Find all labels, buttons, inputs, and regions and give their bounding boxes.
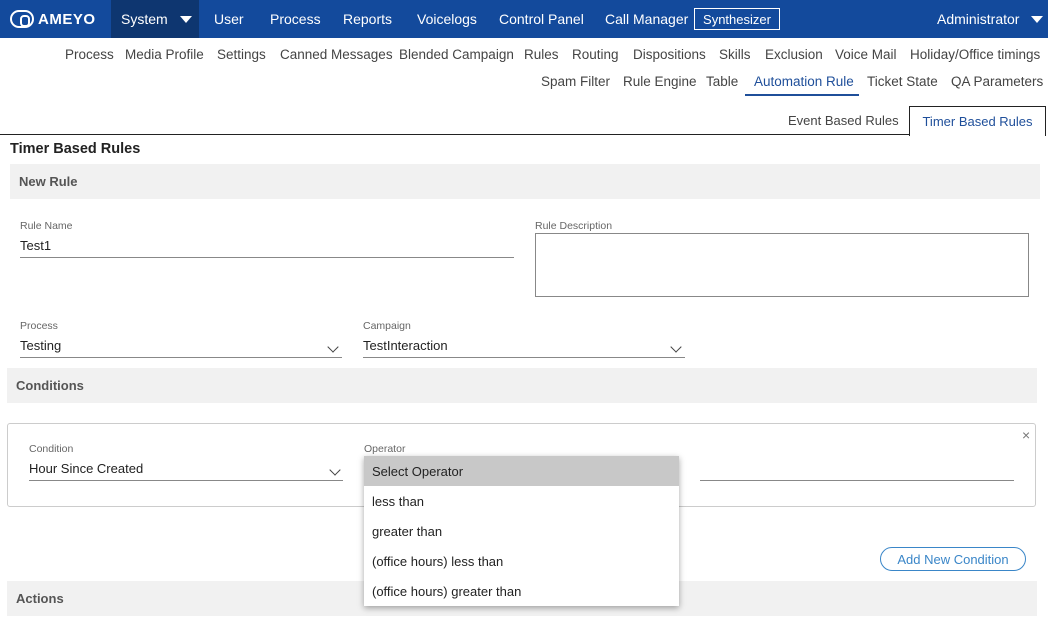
nav-system-label: System: [121, 11, 168, 27]
condition-label: Condition: [29, 443, 74, 455]
add-new-condition-button[interactable]: Add New Condition: [880, 547, 1026, 571]
actions-heading: Actions: [16, 591, 64, 606]
infinity-logo-icon: [10, 10, 34, 28]
tab-divider: [0, 134, 909, 135]
top-navigation: AMEYO System User Process Reports Voicel…: [0, 0, 1048, 38]
nav-voicelogs[interactable]: Voicelogs: [417, 0, 477, 38]
rule-name-underline: [20, 257, 514, 258]
nav-system-menu[interactable]: System: [111, 0, 199, 38]
rule-description-textarea[interactable]: [535, 233, 1029, 297]
nav-synthesizer-button[interactable]: Synthesizer: [694, 8, 780, 30]
subnav-rule-engine[interactable]: Rule Engine: [623, 74, 697, 89]
conditions-heading: Conditions: [16, 378, 84, 393]
new-rule-heading: New Rule: [19, 174, 78, 189]
admin-label: Administrator: [937, 11, 1020, 27]
rule-name-input[interactable]: Test1: [20, 238, 51, 253]
condition-underline: [29, 480, 343, 481]
chevron-down-icon[interactable]: [327, 341, 339, 353]
subnav-settings[interactable]: Settings: [217, 47, 266, 62]
subnav-dispositions[interactable]: Dispositions: [633, 47, 706, 62]
campaign-select[interactable]: TestInteraction: [363, 338, 448, 353]
condition-select[interactable]: Hour Since Created: [29, 461, 143, 476]
subnav-automation-rule[interactable]: Automation Rule: [754, 74, 854, 89]
caret-down-icon: [179, 15, 192, 23]
nav-process[interactable]: Process: [270, 0, 321, 38]
subnav-holiday-office-timings[interactable]: Holiday/Office timings: [910, 47, 1040, 62]
nav-user[interactable]: User: [214, 0, 244, 38]
close-icon[interactable]: ×: [1022, 428, 1030, 442]
nav-reports[interactable]: Reports: [343, 0, 392, 38]
operator-option[interactable]: greater than: [364, 516, 679, 546]
subnav-skills[interactable]: Skills: [719, 47, 751, 62]
subnav-table[interactable]: Table: [706, 74, 738, 89]
page-title: Timer Based Rules: [10, 141, 141, 157]
ameyo-logo[interactable]: AMEYO: [10, 9, 96, 29]
conditions-header: Conditions: [7, 368, 1037, 403]
operator-option[interactable]: (office hours) less than: [364, 546, 679, 576]
subnav-qa-parameters[interactable]: QA Parameters: [951, 74, 1043, 89]
logo-text: AMEYO: [38, 10, 96, 28]
subnav-media-profile[interactable]: Media Profile: [125, 47, 204, 62]
subnav-routing[interactable]: Routing: [572, 47, 619, 62]
operator-option[interactable]: less than: [364, 486, 679, 516]
tab-event-based-rules[interactable]: Event Based Rules: [788, 113, 899, 128]
campaign-label: Campaign: [363, 320, 411, 332]
subnav-canned-messages[interactable]: Canned Messages: [280, 47, 393, 62]
process-select[interactable]: Testing: [20, 338, 61, 353]
operator-option[interactable]: Select Operator: [364, 456, 679, 486]
tab-timer-based-rules[interactable]: Timer Based Rules: [909, 106, 1046, 136]
subnav-blended-campaign[interactable]: Blended Campaign: [399, 47, 514, 62]
subnav-voice-mail[interactable]: Voice Mail: [835, 47, 897, 62]
new-rule-header: New Rule: [10, 164, 1040, 199]
rule-description-label: Rule Description: [535, 220, 613, 232]
campaign-underline: [363, 357, 685, 358]
operator-option[interactable]: (office hours) greater than: [364, 576, 679, 606]
subnav-ticket-state[interactable]: Ticket State: [867, 74, 938, 89]
subnav-spam-filter[interactable]: Spam Filter: [541, 74, 610, 89]
chevron-down-icon[interactable]: [670, 341, 682, 353]
caret-down-icon: [1031, 15, 1044, 23]
nav-control-panel[interactable]: Control Panel: [499, 0, 584, 38]
rule-name-label: Rule Name: [20, 220, 73, 232]
process-label: Process: [20, 320, 58, 332]
operator-dropdown[interactable]: Select Operator less than greater than (…: [364, 456, 679, 606]
operator-label: Operator: [364, 443, 406, 455]
subnav-exclusion[interactable]: Exclusion: [765, 47, 823, 62]
process-underline: [20, 357, 342, 358]
subnav-rules[interactable]: Rules: [524, 47, 559, 62]
nav-call-manager[interactable]: Call Manager: [605, 0, 688, 38]
nav-administrator-menu[interactable]: Administrator: [937, 0, 1044, 38]
active-subnav-indicator: [745, 94, 859, 96]
subnav-process[interactable]: Process: [65, 47, 114, 62]
condition-value-input[interactable]: [700, 480, 1014, 481]
